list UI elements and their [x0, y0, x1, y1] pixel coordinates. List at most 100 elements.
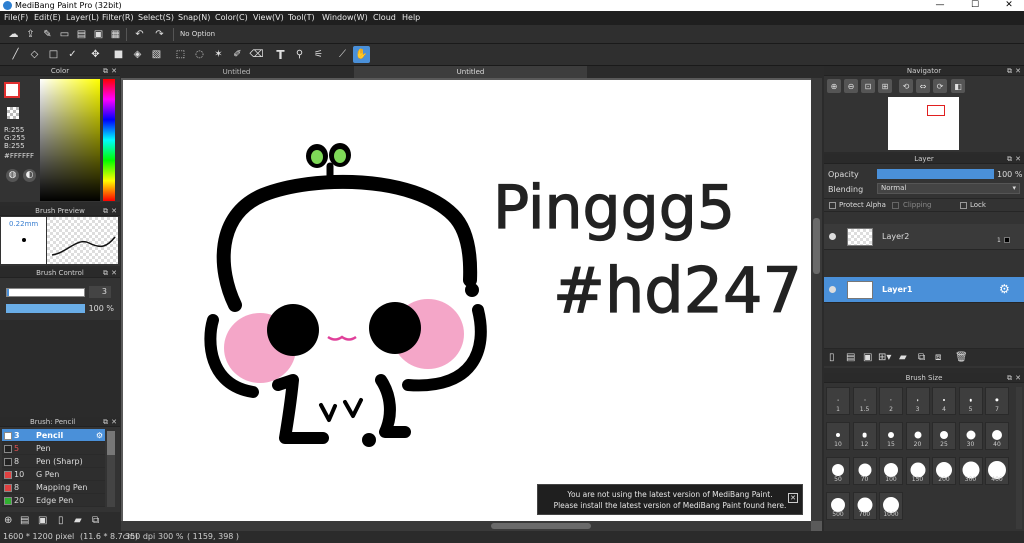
brush-size-option[interactable]: 300	[958, 457, 983, 485]
fit-icon[interactable]: ⊡	[861, 79, 875, 93]
blending-select[interactable]: Normal ▾	[877, 183, 1020, 194]
panel-close-icon[interactable]: ✕	[1015, 373, 1021, 383]
brush-size-option[interactable]: 4	[932, 387, 956, 415]
magic-wand-icon[interactable]: ✶	[210, 46, 227, 63]
text-tool-icon[interactable]: T	[272, 46, 289, 63]
chat-icon[interactable]: ▭	[56, 26, 73, 43]
drawing-paper[interactable]: Pinggg5 #hd247	[123, 80, 811, 521]
protect-alpha-checkbox[interactable]	[829, 202, 836, 209]
brush-size-value[interactable]: 3	[89, 286, 111, 298]
share-icon[interactable]: ⇪	[22, 26, 39, 43]
bucket-tool-icon[interactable]: ◈	[129, 46, 146, 63]
grid-icon[interactable]: ▦	[107, 26, 124, 43]
panel-float-icon[interactable]: ⧉	[103, 268, 108, 278]
brush-item-g-pen[interactable]: 10 G Pen	[2, 468, 105, 481]
panel-float-icon[interactable]: ⧉	[1007, 373, 1012, 383]
brush-size-option[interactable]: 1.5	[852, 387, 877, 415]
zoom-out-icon[interactable]: ⊖	[844, 79, 858, 93]
brush-opacity-slider[interactable]	[6, 304, 85, 313]
brush-item-pen-sharp[interactable]: 8 Pen (Sharp)	[2, 455, 105, 468]
fill-rect-icon[interactable]: ■	[110, 46, 127, 63]
eye-icon[interactable]	[829, 286, 836, 293]
brush-list-scrollbar[interactable]	[107, 431, 115, 507]
eraser-tool-icon[interactable]: ◇	[26, 46, 43, 63]
divide-tool-icon[interactable]: ⚟	[310, 46, 327, 63]
menu-layer[interactable]: Layer(L)	[66, 13, 99, 22]
page-icon[interactable]: ▤	[73, 26, 90, 43]
gear-icon[interactable]: ⚙	[999, 282, 1010, 296]
menu-snap[interactable]: Snap(N)	[178, 13, 210, 22]
saturation-value-picker[interactable]	[40, 79, 100, 201]
notice-close-icon[interactable]: ✕	[788, 493, 798, 503]
lasso-tool-icon[interactable]: ◌	[191, 46, 208, 63]
brush-stack-icon[interactable]: ▤	[20, 515, 29, 526]
navigator-viewport[interactable]	[927, 105, 945, 116]
canvas-horizontal-scrollbar[interactable]	[121, 521, 811, 531]
lock-checkbox[interactable]	[960, 202, 967, 209]
brush-size-option[interactable]: 40	[985, 422, 1009, 450]
panel-close-icon[interactable]: ✕	[111, 417, 117, 427]
brush-import-icon[interactable]: ▣	[38, 515, 47, 526]
color-wheel-icon[interactable]: ◐	[23, 169, 36, 182]
brush-size-option[interactable]: 700	[852, 492, 877, 520]
brush-size-option[interactable]: 2	[879, 387, 903, 415]
brush-size-option[interactable]: 1	[826, 387, 850, 415]
folder-icon[interactable]: ▰	[899, 352, 907, 363]
canvas-area[interactable]: Pinggg5 #hd247 You are not using the lat…	[121, 78, 822, 531]
menu-help[interactable]: Help	[402, 13, 420, 22]
select-pen-icon[interactable]: ✐	[229, 46, 246, 63]
panel-close-icon[interactable]: ✕	[1015, 66, 1021, 76]
brush-size-option[interactable]: 20	[905, 422, 930, 450]
brush-size-option[interactable]: 30	[958, 422, 983, 450]
move-tool-icon[interactable]: ✥	[87, 46, 104, 63]
duplicate-layer-icon[interactable]: ⧉	[918, 352, 925, 363]
redo-icon[interactable]: ↷	[151, 26, 168, 43]
brush-item-mapping-pen[interactable]: 8 Mapping Pen	[2, 481, 105, 494]
trash-icon[interactable]: 🗑	[955, 352, 968, 363]
navigator-thumbnail[interactable]	[888, 97, 959, 150]
add-brush-icon[interactable]: ⊕	[4, 515, 12, 526]
brush-file-icon[interactable]: ▯	[58, 515, 64, 526]
comment-icon[interactable]: ✎	[39, 26, 56, 43]
brush-size-option[interactable]: 100	[879, 457, 903, 485]
new-layer-icon[interactable]: ▯	[829, 352, 835, 363]
brush-item-pencil[interactable]: 3 Pencil ⚙	[2, 429, 105, 442]
layer-row-layer1[interactable]: Layer1 ⚙	[824, 277, 1024, 303]
brush-size-option[interactable]: 200	[932, 457, 956, 485]
rotate-left-icon[interactable]: ⟲	[899, 79, 913, 93]
panel-close-icon[interactable]: ✕	[111, 66, 117, 76]
brush-size-option[interactable]: 50	[826, 457, 850, 485]
menu-edit[interactable]: Edit(E)	[34, 13, 61, 22]
reset-rotation-icon[interactable]: ◧	[951, 79, 965, 93]
brush-size-option[interactable]: 150	[905, 457, 930, 485]
new-halftone-layer-icon[interactable]: ▤	[846, 352, 855, 363]
horizontal-scroll-thumb[interactable]	[491, 523, 591, 529]
secondary-color-swatch[interactable]	[7, 107, 19, 119]
tab-untitled-1[interactable]: Untitled	[121, 66, 352, 78]
cloud-icon[interactable]: ☁	[5, 26, 22, 43]
duplicate-icon[interactable]: ⧉	[92, 515, 99, 526]
flip-icon[interactable]: ⇔	[916, 79, 930, 93]
brush-item-pen[interactable]: 5 Pen	[2, 442, 105, 455]
menu-window[interactable]: Window(W)	[322, 13, 368, 22]
brush-size-option[interactable]: 500	[826, 492, 850, 520]
operation-tool-icon[interactable]: ⚲	[291, 46, 308, 63]
tab-untitled-2[interactable]: Untitled	[354, 66, 587, 78]
panel-close-icon[interactable]: ✕	[1015, 154, 1021, 164]
select-eraser-icon[interactable]: ⌫	[248, 46, 265, 63]
brush-size-option[interactable]: 7	[985, 387, 1009, 415]
clipping-checkbox[interactable]	[892, 202, 899, 209]
menu-file[interactable]: File(F)	[4, 13, 28, 22]
panel-float-icon[interactable]: ⧉	[1007, 154, 1012, 164]
minimize-button[interactable]: —	[925, 0, 955, 11]
brush-size-option[interactable]: 10	[826, 422, 850, 450]
panel-float-icon[interactable]: ⧉	[1007, 66, 1012, 76]
brush-size-scrollbar[interactable]	[1016, 387, 1022, 529]
brush-size-option[interactable]: 12	[852, 422, 877, 450]
new-8bit-layer-icon[interactable]: ▣	[863, 352, 872, 363]
actual-size-icon[interactable]: ⊞	[878, 79, 892, 93]
panel-float-icon[interactable]: ⧉	[103, 417, 108, 427]
panel-close-icon[interactable]: ✕	[111, 268, 117, 278]
brush-size-option[interactable]: 1000	[879, 492, 903, 520]
menu-filter[interactable]: Filter(R)	[102, 13, 134, 22]
